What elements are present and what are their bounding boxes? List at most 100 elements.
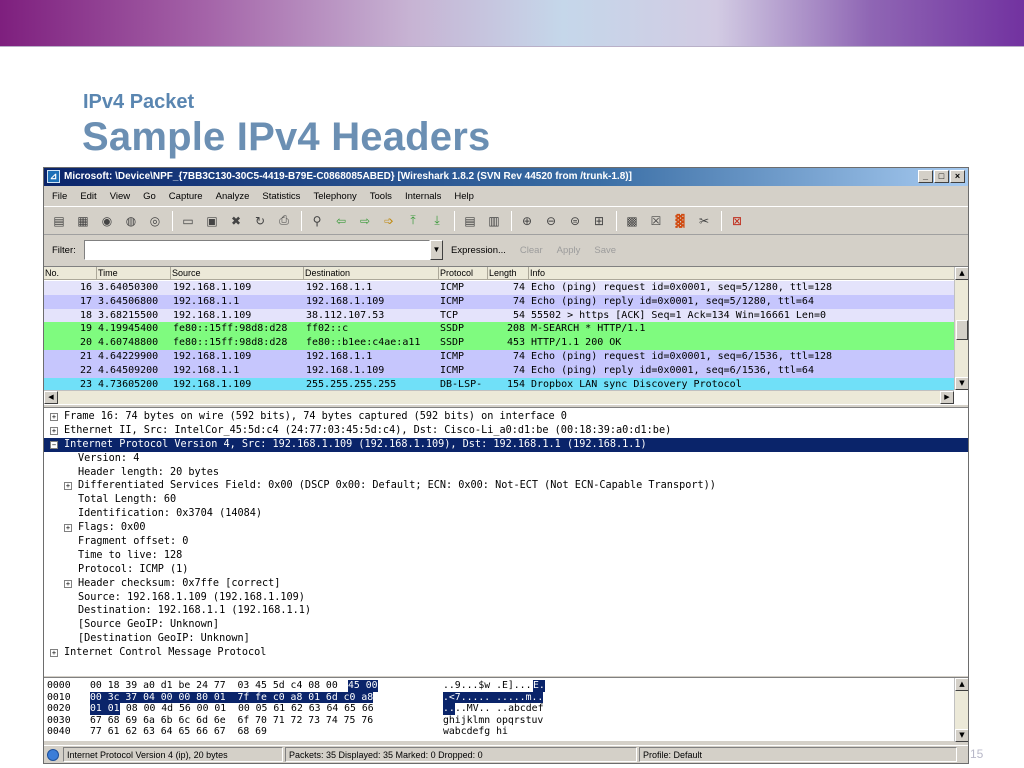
expand-icon[interactable]: + [50, 413, 58, 421]
save-file-icon[interactable]: ▣ [203, 212, 221, 230]
menu-capture[interactable]: Capture [169, 191, 203, 202]
start-capture-icon[interactable]: ◉ [98, 212, 116, 230]
menu-edit[interactable]: Edit [80, 191, 96, 202]
normal-size-icon[interactable]: ⊜ [566, 212, 584, 230]
hex-row[interactable]: 0040 77 61 62 63 64 65 66 67 68 69 wabcdef… [47, 726, 947, 738]
tree-item[interactable]: Time to live: 128 [44, 549, 968, 563]
packet-list-vscrollbar[interactable]: ▲ ▼ [954, 267, 968, 390]
help-icon[interactable]: ⊠ [728, 212, 746, 230]
tree-item[interactable]: Destination: 192.168.1.1 (192.168.1.1) [44, 604, 968, 618]
packet-row[interactable]: 22 4.64509200 192.168.1.1 192.168.1.109 ICMP… [44, 363, 954, 378]
packet-row[interactable]: 17 3.64506800 192.168.1.1 192.168.1.109 ICMP… [44, 294, 954, 309]
expand-icon[interactable]: + [64, 482, 72, 491]
tree-item[interactable]: + Header checksum: 0x7ffe [correct] [44, 577, 968, 591]
expand-icon[interactable]: + [64, 524, 72, 533]
tree-item[interactable]: + Ethernet II, Src: IntelCor_45:5d:c4 (24… [44, 424, 968, 438]
zoom-out-icon[interactable]: ⊖ [542, 212, 560, 230]
tree-item[interactable]: Source: 192.168.1.109 (192.168.1.109) [44, 591, 968, 605]
hex-row[interactable]: 0020 01 01 08 00 4d 56 00 01 00 05 61 62 … [47, 703, 947, 715]
resize-columns-icon[interactable]: ⊞ [590, 212, 608, 230]
status-profile[interactable]: Profile: Default [639, 747, 957, 762]
filter-dropdown-icon[interactable]: ▼ [430, 240, 443, 260]
column-source[interactable]: Source [170, 267, 303, 280]
capture-options-icon[interactable]: ▦ [74, 212, 92, 230]
auto-scroll-icon[interactable]: ▥ [485, 212, 503, 230]
expression-button[interactable]: Expression... [451, 245, 506, 256]
tree-item[interactable]: Identification: 0x3704 (14084) [44, 507, 968, 521]
print-icon[interactable]: ⎙ [275, 212, 293, 230]
expand-icon[interactable]: + [50, 649, 58, 658]
column-destination[interactable]: Destination [303, 267, 438, 280]
bytes-vscrollbar[interactable]: ▲ ▼ [954, 678, 968, 742]
tree-item[interactable]: [Source GeoIP: Unknown] [44, 618, 968, 632]
close-file-icon[interactable]: ✖ [227, 212, 245, 230]
clear-button[interactable]: Clear [520, 245, 543, 256]
menu-file[interactable]: File [52, 191, 67, 202]
tree-item[interactable]: Total Length: 60 [44, 493, 968, 507]
go-back-icon[interactable]: ⇦ [332, 212, 350, 230]
save-filter-button[interactable]: Save [594, 245, 616, 256]
scroll-up-icon[interactable]: ▲ [955, 267, 968, 280]
tree-item[interactable]: Fragment offset: 0 [44, 535, 968, 549]
menu-view[interactable]: View [110, 191, 130, 202]
packet-row[interactable]: 18 3.68215500 192.168.1.109 38.112.107.53 TC… [44, 308, 954, 323]
reload-icon[interactable]: ↻ [251, 212, 269, 230]
scroll-up-icon[interactable]: ▲ [955, 678, 968, 691]
packet-row[interactable]: 21 4.64229900 192.168.1.109 192.168.1.1 ICMP… [44, 349, 954, 364]
scroll-down-icon[interactable]: ▼ [955, 729, 968, 742]
maximize-button[interactable]: □ [934, 170, 949, 183]
go-last-icon[interactable]: ⤓ [428, 212, 446, 230]
menu-go[interactable]: Go [143, 191, 156, 202]
column-info[interactable]: Info [528, 267, 954, 280]
hex-row[interactable]: 0010 00 3c 37 04 00 00 80 01 7f fe c0 a8 … [47, 691, 947, 703]
packet-row[interactable]: 16 3.64050300 192.168.1.109 192.168.1.1 ICMP… [44, 281, 954, 295]
zoom-in-icon[interactable]: ⊕ [518, 212, 536, 230]
go-to-packet-icon[interactable]: ➩ [380, 212, 398, 230]
column-time[interactable]: Time [96, 267, 170, 280]
menu-tools[interactable]: Tools [370, 191, 392, 202]
apply-button[interactable]: Apply [557, 245, 581, 256]
menu-statistics[interactable]: Statistics [262, 191, 300, 202]
tree-item[interactable]: + Flags: 0x00 [44, 521, 968, 535]
expand-icon[interactable]: + [50, 426, 58, 435]
coloring-rules-icon[interactable]: ▓ [671, 212, 689, 230]
packet-row[interactable]: 20 4.60748800 fe80::15ff:98d8:d28 fe80::b1e… [44, 336, 954, 350]
find-packet-icon[interactable]: ⚲ [308, 212, 326, 230]
hex-row[interactable]: 0030 67 68 69 6a 6b 6c 6d 6e 6f 70 71 72 … [47, 715, 947, 727]
collapse-icon[interactable]: − [50, 440, 58, 449]
tree-item[interactable]: [Destination GeoIP: Unknown] [44, 632, 968, 646]
expert-info-icon[interactable] [47, 748, 59, 761]
colorize-icon[interactable]: ▤ [461, 212, 479, 230]
tree-item[interactable]: Header length: 20 bytes [44, 466, 968, 480]
restart-capture-icon[interactable]: ◎ [146, 212, 164, 230]
menu-telephony[interactable]: Telephony [313, 191, 356, 202]
menu-help[interactable]: Help [454, 191, 474, 202]
packet-list-hscrollbar[interactable]: ◀ ▶ [44, 390, 954, 404]
tree-item[interactable]: + Frame 16: 74 bytes on wire (592 bits), … [44, 410, 968, 424]
display-filter-input[interactable] [84, 240, 430, 260]
scroll-thumb[interactable] [956, 320, 968, 340]
column-length[interactable]: Length [487, 267, 528, 280]
preferences-icon[interactable]: ✂ [695, 212, 713, 230]
tree-item[interactable]: − Internet Protocol Version 4, Src: 192.1… [44, 437, 968, 452]
scroll-right-icon[interactable]: ▶ [940, 391, 954, 404]
title-bar[interactable]: ⊿ Microsoft: \Device\NPF_{7BB3C130-30C5-… [44, 168, 968, 186]
display-filters-icon[interactable]: ☒ [647, 212, 665, 230]
stop-capture-icon[interactable]: ◍ [122, 212, 140, 230]
hex-row[interactable]: 0000 00 18 39 a0 d1 be 24 77 03 45 5d c4 … [47, 680, 947, 692]
packet-row[interactable]: 23 4.73605200 192.168.1.109 255.255.255.255… [44, 377, 954, 390]
tree-item[interactable]: + Internet Control Message Protocol [44, 646, 968, 660]
minimize-button[interactable]: _ [918, 170, 933, 183]
expand-icon[interactable]: + [64, 579, 72, 588]
go-first-icon[interactable]: ⤒ [404, 212, 422, 230]
interface-list-icon[interactable]: ▤ [50, 212, 68, 230]
open-file-icon[interactable]: ▭ [179, 212, 197, 230]
tree-item[interactable]: + Differentiated Services Field: 0x00 (DS… [44, 479, 968, 493]
capture-filters-icon[interactable]: ▩ [623, 212, 641, 230]
menu-analyze[interactable]: Analyze [216, 191, 250, 202]
column-protocol[interactable]: Protocol [438, 267, 487, 280]
packet-row[interactable]: 19 4.19945400 fe80::15ff:98d8:d28 ff02::c SS… [44, 322, 954, 337]
tree-item[interactable]: Version: 4 [44, 452, 968, 466]
go-forward-icon[interactable]: ⇨ [356, 212, 374, 230]
column-no[interactable]: No. [44, 267, 96, 280]
